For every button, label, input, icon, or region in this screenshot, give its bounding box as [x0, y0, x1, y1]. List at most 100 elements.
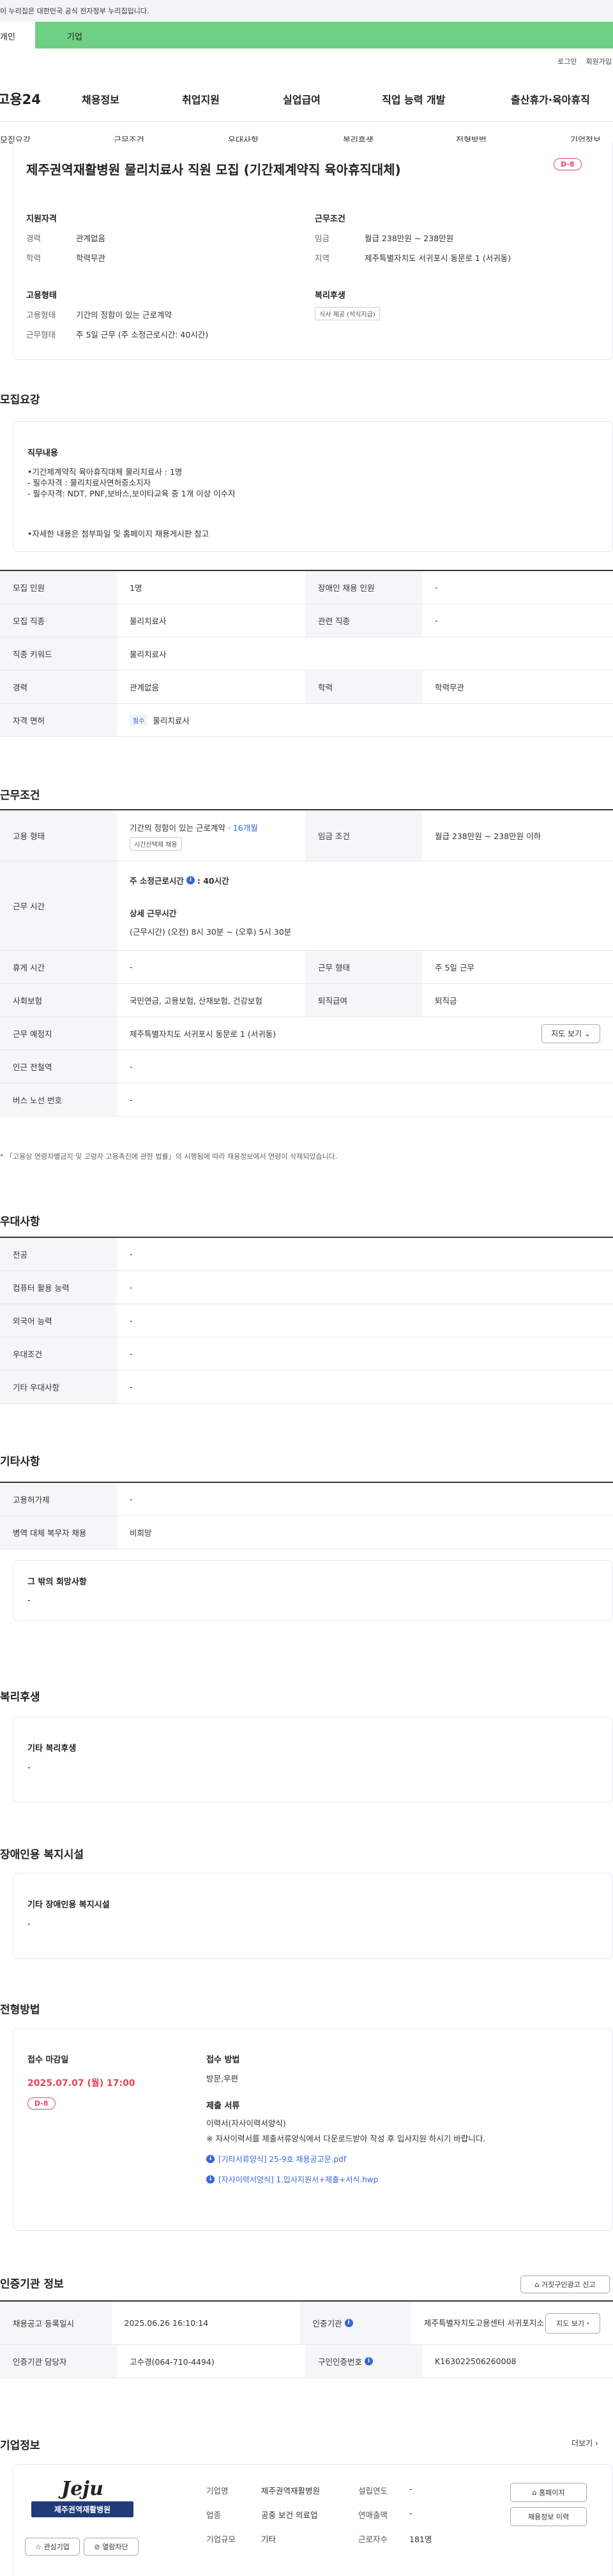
computer-label: 컴퓨터 활용 능력: [0, 1271, 117, 1304]
welfare-card: 기타 복리후생 -: [13, 1716, 613, 1803]
area-label: 지역: [315, 253, 330, 263]
deadline-dday-badge: D-8: [27, 2097, 56, 2110]
info-icon[interactable]: i: [186, 876, 195, 884]
welfare-tag: 식사 제공 (석식지급): [315, 307, 380, 320]
company-more-link[interactable]: 더보기 ›: [571, 2438, 598, 2448]
emp-type-block: 고용형태 고용형태 기간의 정함이 있는 근로계약 근무형태 주 5일 근무 (주 …: [26, 288, 307, 340]
size-value: 기타: [261, 2535, 276, 2544]
disabled-fac-value: -: [27, 1919, 31, 1929]
insurance-label: 사회보험: [0, 984, 117, 1016]
table-row: 경력 관계없음 학력 학력무관: [0, 671, 613, 704]
table-row: 근무 시간 주 소정근로시간 i : 40시간 상세 근무시간 (근무시간) (…: [0, 861, 613, 951]
num-value: K163022506260008: [435, 2356, 517, 2366]
map-button[interactable]: 지도 보기 ⌄: [541, 1024, 600, 1043]
duty-line: - 필수자격: NDT, PNF,보바스,보이타교육 중 1개 이상 이수자: [27, 489, 236, 498]
duty-card: 직무내용 •기간제계약직 육아휴직대체 물리치료사 : 1명 - 필수자격 : …: [13, 421, 613, 552]
org-map-button-label: 지도 보기: [556, 2319, 585, 2328]
job-title: 제주권역재활병원 물리치료사 직원 모집 (기간제계약직 육아휴직대체): [26, 160, 550, 178]
signup-link[interactable]: 회원가입: [586, 56, 612, 66]
name-label: 기업명: [206, 2486, 229, 2496]
info-icon[interactable]: i: [344, 2319, 353, 2327]
interest-button[interactable]: ☆ 관심기업: [25, 2538, 80, 2556]
reg-value: 2025.06.26 16:10:14: [124, 2318, 209, 2328]
homepage-label: 홈페이지: [539, 2489, 565, 2497]
dday-badge: D-8: [554, 158, 582, 170]
year-label: 설립연도: [358, 2486, 388, 2496]
gov-banner-text: 이 누리집은 대한민국 공식 전자정부 누리집입니다.: [0, 7, 149, 15]
place-label: 근무 예정지: [0, 1017, 117, 1050]
docs-label: 제출 서류: [206, 2101, 240, 2111]
table-row: 버스 노선 번호 -: [0, 1083, 613, 1117]
block-icon: ⊘: [94, 2542, 100, 2551]
block-button[interactable]: ⊘ 열람차단: [84, 2538, 139, 2556]
bus-label: 버스 노선 번호: [0, 1083, 117, 1116]
table-row: 근무 예정지 제주특별자치도 서귀포시 동문로 1 (서귀동) 지도 보기 ⌄: [0, 1017, 613, 1050]
hours-weekly-value: : 40시간: [197, 876, 229, 886]
table-row: 사회보험 국민연금, 고용보험, 산재보험, 건강보험 퇴직급여 퇴직금: [0, 984, 613, 1017]
homepage-button[interactable]: ⌂ 홈페이지: [510, 2483, 587, 2502]
site-logo[interactable]: 고용24: [0, 89, 49, 108]
table-row: 고용 형태 기간의 정함이 있는 근로계약 · 16개월 시간선택제 채용 임금…: [0, 810, 613, 861]
subway-value: -: [130, 1062, 133, 1071]
user-type-tabs: 개인 기업: [0, 22, 613, 48]
company-section-title: 기업정보: [0, 2439, 40, 2452]
job-type-value: 물리치료사: [130, 616, 167, 626]
emp-type-title: 고용형태: [26, 291, 57, 301]
info-icon[interactable]: i: [365, 2357, 373, 2365]
work-form-cond-label: 근무 형태: [305, 951, 422, 983]
company-logo: Jeju 제주권역재활병원: [25, 2478, 140, 2530]
welfare-label: 기타 복리후생: [27, 1744, 77, 1753]
gnb-item-jobs[interactable]: 채용정보: [82, 91, 119, 107]
gnb-item-skill-dev[interactable]: 직업 능력 개발: [382, 91, 445, 107]
work-cond-title: 근무조건: [315, 214, 345, 224]
report-button[interactable]: ⌂ 거짓구인광고 신고: [520, 2275, 610, 2293]
chevron-down-icon: ⌄: [584, 1029, 591, 1038]
table-row: 인증기관 담당자 고수경(064-710-4494) 구인인증번호 i K163…: [0, 2345, 613, 2378]
gnb-item-parental-leave[interactable]: 출산휴가·육아휴직: [511, 91, 590, 107]
insurance-value: 국민연금, 고용보험, 산재보험, 건강보험: [130, 996, 262, 1006]
wish-label: 그 밖의 희망사항: [27, 1577, 87, 1587]
facility-label: 고용허가제: [0, 1483, 117, 1515]
file-link-2[interactable]: ↓ [자사이력서양식] 1.입사지원서+제출+서식.hwp: [206, 2174, 378, 2185]
rest-value: -: [130, 962, 133, 972]
wage-label: 임금: [315, 234, 330, 243]
area-value: 제주특별자치도 서귀포시 동문로 1 (서귀동): [365, 253, 511, 263]
staff-value: 181명: [409, 2535, 432, 2544]
tab-company[interactable]: 기업: [35, 22, 613, 48]
org-label-cell: 인증기관 i: [299, 2302, 411, 2344]
hours-cell: 주 소정근로시간 i : 40시간 상세 근무시간 (근무시간) (오전) 8시…: [117, 861, 613, 950]
login-link[interactable]: 로그인: [557, 56, 577, 66]
gnb-item-employment-support[interactable]: 취업지원: [182, 91, 220, 107]
tab-personal[interactable]: 개인: [0, 22, 35, 48]
docs-line1: 이력서(자사이력서양식): [206, 2118, 286, 2128]
deadline-value: 2025.07.07 (월) 17:00: [27, 2078, 135, 2088]
emp-cell: 기간의 정함이 있는 근로계약 · 16개월 시간선택제 채용: [117, 810, 305, 861]
method-label: 접수 방법: [206, 2055, 240, 2065]
duty-note: •자세한 내용은 첨부파일 및 홈페이지 채용게시판 참고: [27, 529, 209, 539]
emp-tag: 시간선택제 채용: [130, 837, 182, 851]
rest-label: 휴게 시간: [0, 951, 117, 983]
work-form-label: 근무형태: [26, 330, 56, 339]
work-cond-block: 근무조건 임금 월급 238만원 ~ 238만원 지역 제주특별자치도 서귀포시 동…: [315, 212, 596, 264]
num-label-cell: 구인인증번호 i: [305, 2345, 422, 2378]
file-link-1[interactable]: ↓ [기타서류양식] 25-9호 채용공고문.pdf: [206, 2154, 346, 2164]
preference-table: 전공 - 컴퓨터 활용 능력 - 외국어 능력 - 우대조건 - 기타 우대사항 -: [0, 1237, 613, 1404]
lang-label: 외국어 능력: [0, 1304, 117, 1337]
year-value: -: [409, 2484, 412, 2494]
place-cell: 제주특별자치도 서귀포시 동문로 1 (서귀동) 지도 보기 ⌄: [117, 1017, 613, 1050]
facility-value: -: [130, 1494, 133, 1504]
wage-cond-value: 월급 238만원 ~ 238만원 이하: [435, 831, 541, 841]
keyword-label: 직종 키워드: [0, 637, 117, 670]
headcount-value: 1명: [130, 583, 142, 593]
cert-table: 채용공고 등록일시 2025.06.26 16:10:14 인증기관 i 제주특…: [0, 2300, 613, 2378]
emp-months: 16개월: [232, 823, 258, 833]
hours-detail-title: 상세 근무시간: [130, 909, 177, 918]
home-icon: ⌂: [532, 2488, 537, 2497]
job-history-button[interactable]: 채용정보 이력: [510, 2507, 587, 2526]
org-map-button[interactable]: 지도 보기 ›: [545, 2312, 600, 2334]
gnb-item-unemployment-benefit[interactable]: 실업급여: [283, 91, 321, 107]
cert-section-title: 인증기관 정보: [0, 2278, 64, 2291]
disabled-fac-card: 기타 장애인용 복지시설 -: [13, 1873, 613, 1959]
required-tag: 필수: [130, 715, 148, 726]
job-summary-card: 제주권역재활병원 물리치료사 직원 모집 (기간제계약직 육아휴직대체) D-8…: [13, 142, 613, 360]
